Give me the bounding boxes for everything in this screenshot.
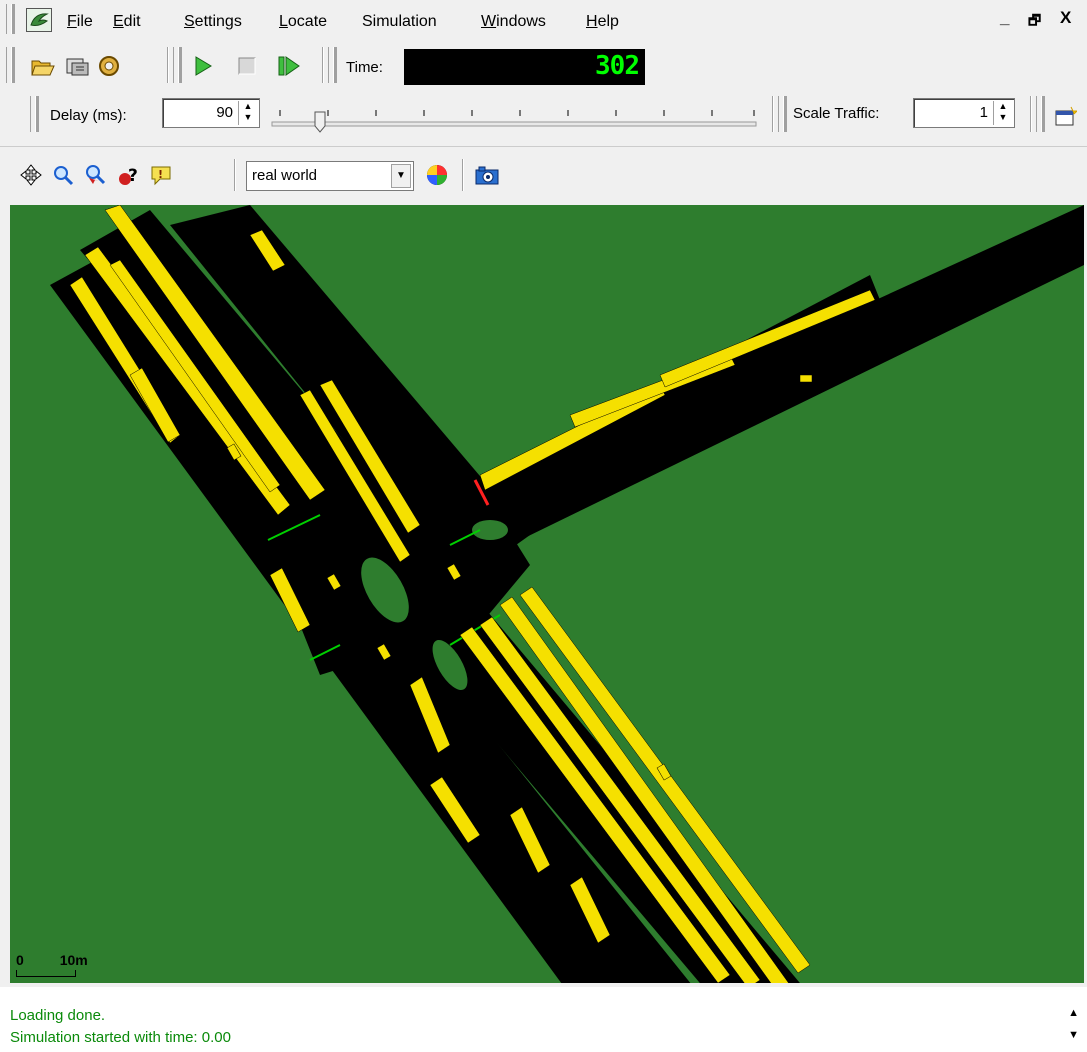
simulation-toolbar: Time: 302 (0, 41, 1087, 89)
query-icon[interactable]: ? (116, 162, 142, 188)
svg-text:?: ? (128, 166, 138, 186)
message-log[interactable]: Loading done. Simulation started with ti… (0, 987, 1087, 1052)
color-wheel-icon[interactable] (424, 162, 450, 188)
menu-bar: File Edit Settings Locate Simulation Win… (0, 0, 1087, 36)
menu-locate[interactable]: Locate (279, 13, 327, 31)
color-scheme-select[interactable]: real world ▼ (246, 161, 414, 191)
delay-grip[interactable] (30, 96, 36, 132)
view-toolbar: ? ! real world ▼ (0, 146, 1087, 201)
reload-icon[interactable] (64, 53, 90, 79)
step-icon[interactable] (276, 53, 302, 79)
restore-button[interactable]: 🗗 (1028, 10, 1041, 34)
menu-grip[interactable] (6, 4, 12, 34)
toolbar-grip-3[interactable] (328, 47, 334, 83)
screenshot-camera-icon[interactable] (474, 162, 500, 188)
delay-label: Delay (ms): (50, 107, 127, 124)
scale-length-label: 10m (59, 952, 88, 968)
locate-icon[interactable] (82, 162, 108, 188)
simulation-view[interactable]: 0 10m (10, 205, 1084, 983)
color-scheme-value: real world (252, 167, 318, 184)
traffic-island (472, 520, 508, 540)
delay-value: 90 (216, 104, 233, 121)
scroll-down-icon[interactable]: ▼ (1068, 1029, 1079, 1041)
stop-icon[interactable] (234, 53, 260, 79)
delay-slider[interactable] (270, 98, 758, 136)
close-button[interactable]: X (1060, 8, 1071, 28)
menu-help[interactable]: Help (586, 13, 619, 31)
app-icon (26, 8, 52, 32)
window-grip[interactable] (1036, 96, 1042, 132)
menu-edit[interactable]: Edit (113, 13, 141, 31)
scale-grip[interactable] (778, 96, 784, 132)
menu-settings[interactable]: Settings (184, 13, 242, 31)
scale-traffic-value: 1 (979, 104, 988, 121)
time-display: 302 (404, 49, 645, 85)
scale-traffic-spinner[interactable]: 1 ▲ ▼ (913, 98, 1015, 128)
scale-spinner-arrows[interactable]: ▲ ▼ (993, 101, 1012, 125)
minimize-button[interactable]: _ (1000, 8, 1009, 28)
toolbar-grip[interactable] (6, 47, 12, 83)
play-icon[interactable] (190, 53, 216, 79)
open-icon[interactable] (30, 53, 56, 79)
zoom-icon[interactable] (50, 162, 76, 188)
delay-spinner-arrows[interactable]: ▲ ▼ (238, 101, 257, 125)
chevron-down-icon[interactable]: ▼ (391, 164, 411, 188)
delay-toolbar: Delay (ms): 90 ▲ ▼ Scale Traffic: 1 ▲ ▼ (0, 90, 1087, 138)
menu-simulation[interactable]: Simulation (362, 13, 437, 31)
log-line: Simulation started with time: 0.00 (10, 1029, 231, 1046)
recenter-icon[interactable] (18, 162, 44, 188)
menu-windows[interactable]: Windows (481, 13, 546, 31)
scale-bar-line (16, 970, 76, 977)
road-east-arm (470, 205, 1084, 545)
menu-file[interactable]: File (67, 13, 93, 31)
tooltip-icon[interactable]: ! (148, 162, 174, 188)
svg-text:!: ! (158, 168, 163, 181)
settings-wheel-icon[interactable] (96, 53, 122, 79)
network-map[interactable] (10, 205, 1084, 983)
scale-bar: 0 10m (16, 952, 88, 977)
scroll-up-icon[interactable]: ▲ (1068, 1007, 1079, 1019)
log-line: Loading done. (10, 1007, 106, 1024)
toolbar-grip-2[interactable] (173, 47, 179, 83)
delay-spinner[interactable]: 90 ▲ ▼ (162, 98, 260, 128)
time-value: 302 (595, 51, 640, 81)
new-window-icon[interactable] (1052, 104, 1078, 130)
time-label: Time: (346, 59, 383, 76)
scale-zero-label: 0 (16, 952, 24, 968)
scale-traffic-label: Scale Traffic: (793, 105, 880, 122)
